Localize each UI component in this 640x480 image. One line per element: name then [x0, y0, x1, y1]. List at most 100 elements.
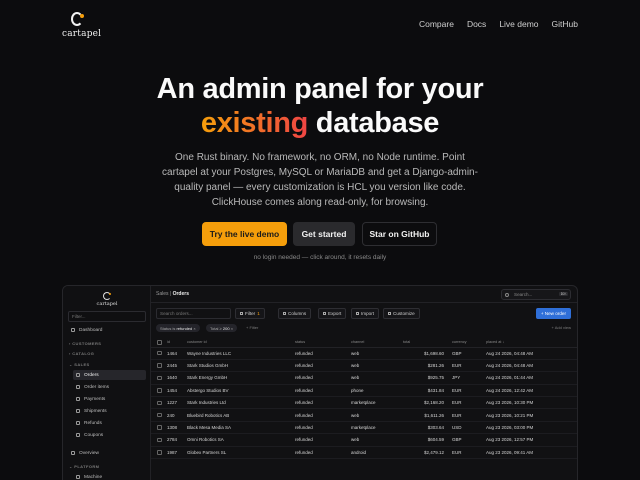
nav-link-docs[interactable]: Docs [467, 19, 486, 29]
breadcrumb-parent[interactable]: Sales [156, 291, 169, 297]
top-nav: cartapel Compare Docs Live demo GitHub [0, 0, 640, 48]
sidebar-item-overview[interactable]: Overview [68, 448, 146, 458]
global-search-input[interactable]: Search... ⌘K [501, 289, 571, 300]
table-row[interactable]: 1987 Globex Partners SL refunded android $2,… [151, 446, 577, 460]
table-row[interactable]: 1454 Abstergo Studios BV refunded phone $431… [151, 384, 577, 398]
cell-placed-at: Aug 24 2026, 12:42 AM [484, 384, 577, 398]
column-header-channel[interactable]: channel [349, 338, 401, 348]
hero-hint: no login needed — click around, it reset… [253, 254, 387, 261]
cell-id: 1227 [165, 396, 185, 410]
table-row[interactable]: 240 Bluebird Robotics AB refunded web $1,611… [151, 408, 577, 422]
brand-logo[interactable]: cartapel [62, 12, 101, 39]
coupons-icon [76, 433, 80, 437]
hero-title: An admin panel for your existing databas… [0, 72, 640, 140]
checkbox[interactable] [157, 388, 162, 393]
new-order-button[interactable]: + New order [535, 308, 571, 319]
table-row[interactable]: 2445 Stark Studios GmbH refunded web $281.26… [151, 359, 577, 373]
hero-title-line1: An admin panel for your [156, 73, 484, 105]
sidebar-item-refunds[interactable]: Refunds [73, 418, 146, 428]
filter-chip-total[interactable]: Total ≥ 200 × [206, 324, 238, 332]
cell-currency: USD [446, 421, 484, 435]
sidebar-section-sales[interactable]: ⌄ SALES [69, 362, 90, 367]
column-header-status[interactable]: status [293, 338, 349, 348]
cell-status: refunded [293, 446, 349, 460]
sidebar-item-orders[interactable]: Orders [73, 370, 146, 380]
customize-button[interactable]: Customize [383, 308, 420, 319]
filter-chip-status[interactable]: Status is refunded × [156, 324, 200, 332]
select-all-checkbox[interactable] [151, 338, 165, 348]
sidebar-item-dashboard[interactable]: Dashboard [68, 325, 146, 335]
table-row[interactable]: 1308 Black Mesa Media SA refunded marketpla… [151, 421, 577, 435]
row-checkbox[interactable] [151, 433, 165, 447]
checkbox[interactable] [157, 363, 162, 368]
sidebar-section-catalog[interactable]: › CATALOG [69, 351, 94, 356]
checkbox[interactable] [157, 400, 162, 405]
sidebar-item-coupons[interactable]: Coupons [73, 430, 146, 440]
checkbox[interactable] [157, 412, 162, 418]
payments-icon [76, 397, 80, 401]
nav-link-compare[interactable]: Compare [419, 19, 454, 29]
sidebar-item-shipments[interactable]: Shipments [73, 406, 146, 416]
orders-search-input[interactable]: Search orders... [156, 308, 231, 319]
cell-id: 1987 [165, 446, 185, 460]
checkbox[interactable] [157, 375, 162, 381]
export-button[interactable]: Export [318, 308, 347, 319]
cell-id: 240 [165, 408, 185, 422]
overview-icon [71, 451, 75, 455]
sidebar-filter-input[interactable]: Filter... [68, 311, 146, 322]
checkbox[interactable] [157, 450, 162, 455]
row-checkbox[interactable] [151, 396, 165, 410]
app-brand[interactable]: cartapel [63, 292, 151, 307]
cell-status: refunded [293, 433, 349, 447]
cell-channel: phone [349, 384, 401, 398]
sidebar-item-machine[interactable]: Machine [73, 472, 146, 480]
checkbox[interactable] [157, 425, 162, 430]
column-header-total[interactable]: total [401, 338, 446, 348]
column-header-placed-at[interactable]: placed at ↓ [484, 338, 577, 348]
add-view-button[interactable]: + Add view [552, 325, 571, 330]
nav-link-live-demo[interactable]: Live demo [499, 19, 538, 29]
nav-link-github[interactable]: GitHub [552, 19, 578, 29]
sidebar-item-label: Overview [79, 450, 99, 456]
hero-title-accent: existing [200, 107, 309, 139]
sidebar-item-label: Coupons [84, 432, 104, 438]
sidebar-item-order-items[interactable]: Order items [73, 382, 146, 392]
row-checkbox[interactable] [151, 359, 165, 373]
columns-icon [283, 312, 286, 315]
sidebar-item-label: Order items [84, 384, 110, 390]
table-row[interactable]: 1640 Stark Energy GmbH refunded web $925.75 J… [151, 371, 577, 385]
column-header-id[interactable]: id [165, 338, 185, 348]
checkbox[interactable] [157, 350, 162, 356]
table-row[interactable]: 1227 Stark Industries Ltd refunded marketpl… [151, 396, 577, 410]
cell-total: $1,611.26 [401, 408, 446, 422]
cell-total: $925.75 [401, 371, 446, 385]
cell-customer: Omni Robotics SA [185, 433, 293, 447]
import-button[interactable]: Import [351, 308, 380, 319]
row-checkbox[interactable] [151, 371, 165, 385]
cell-customer: Abstergo Studios BV [185, 384, 293, 398]
columns-button[interactable]: Columns [278, 308, 312, 319]
row-checkbox[interactable] [151, 446, 165, 460]
sidebar-section-platform[interactable]: ⌄ PLATFORM [69, 464, 99, 469]
filter-button[interactable]: Filter 1 [235, 308, 265, 319]
try-live-demo-button[interactable]: Try the live demo [202, 222, 287, 246]
column-header-currency[interactable]: currency [446, 338, 484, 348]
row-checkbox[interactable] [151, 421, 165, 435]
table-row[interactable]: 1464 Wayne Industries LLC refunded web $1,69… [151, 347, 577, 360]
sidebar-item-payments[interactable]: Payments [73, 394, 146, 404]
add-filter-button[interactable]: + Filter [246, 325, 258, 330]
cell-total: $431.84 [401, 384, 446, 398]
star-on-github-button[interactable]: Star on GitHub [362, 222, 437, 246]
row-checkbox[interactable] [151, 347, 165, 360]
cell-channel: android [349, 446, 401, 460]
table-row[interactable]: 2784 Omni Robotics SA refunded web $604.59 GB… [151, 433, 577, 447]
cell-total: $604.59 [401, 433, 446, 447]
column-header-customer[interactable]: customer id [185, 338, 293, 348]
filter-count-badge: 1 [257, 311, 260, 316]
checkbox[interactable] [157, 437, 162, 443]
row-checkbox[interactable] [151, 384, 165, 398]
get-started-button[interactable]: Get started [293, 222, 355, 246]
row-checkbox[interactable] [151, 408, 165, 422]
sidebar-section-customers[interactable]: › CUSTOMERS [69, 341, 101, 346]
cell-total: $281.26 [401, 359, 446, 373]
